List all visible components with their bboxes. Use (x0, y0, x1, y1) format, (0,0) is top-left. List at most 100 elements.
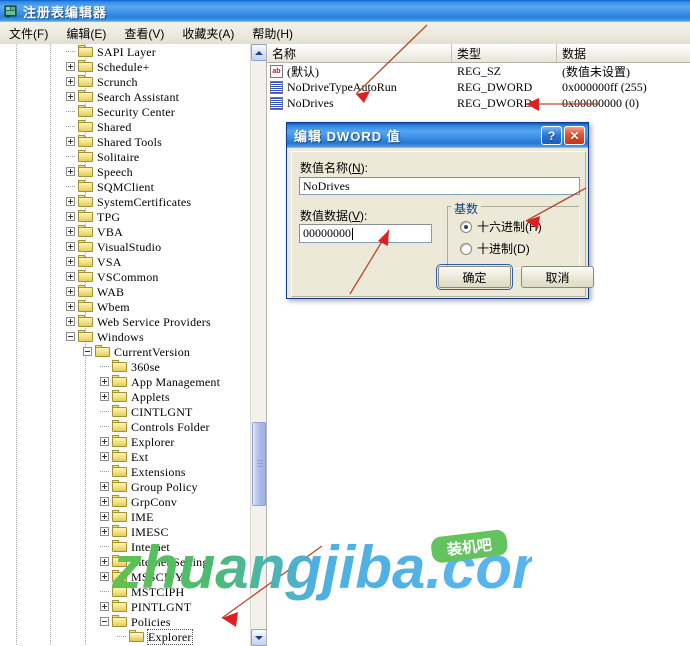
tree-node-label: MSSCIPY (131, 569, 184, 584)
tree-node-grpconv[interactable]: GrpConv (0, 494, 249, 509)
expand-node-icon[interactable] (100, 437, 109, 446)
expand-node-icon[interactable] (66, 197, 75, 206)
tree-node-vscommon[interactable]: VSCommon (0, 269, 249, 284)
expand-node-icon[interactable] (66, 62, 75, 71)
tree-node-vba[interactable]: VBA (0, 224, 249, 239)
radio-decimal[interactable]: 十进制(D) (460, 240, 530, 257)
window-title: 注册表编辑器 (23, 4, 108, 20)
tree-node-vsa[interactable]: VSA (0, 254, 249, 269)
table-row[interactable]: NoDrives REG_DWORD 0x00000000 (0) (267, 95, 690, 111)
tree-node-cintlgnt[interactable]: CINTLGNT (0, 404, 249, 419)
close-icon[interactable]: ✕ (564, 126, 585, 145)
tree-connector (66, 51, 75, 52)
menu-item-edit[interactable]: 编辑(E) (57, 24, 115, 43)
tree-node-group-policy[interactable]: Group Policy (0, 479, 249, 494)
expand-node-icon[interactable] (66, 137, 75, 146)
folder-icon (78, 45, 94, 58)
tree-vertical-scrollbar[interactable] (250, 44, 266, 646)
table-row[interactable]: NoDriveTypeAutoRun REG_DWORD 0x000000ff (2… (267, 79, 690, 95)
menu-item-favorites[interactable]: 收藏夹(A) (173, 24, 243, 43)
tree-node-msscipy[interactable]: MSSCIPY (0, 569, 249, 584)
tree-node-systemcertificates[interactable]: SystemCertificates (0, 194, 249, 209)
tree-node-solitaire[interactable]: Solitaire (0, 149, 249, 164)
tree-node-visualstudio[interactable]: VisualStudio (0, 239, 249, 254)
tree-node-pintlgnt[interactable]: PINTLGNT (0, 599, 249, 614)
expand-node-icon[interactable] (66, 167, 75, 176)
tree-node-scrunch[interactable]: Scrunch (0, 74, 249, 89)
expand-node-icon[interactable] (66, 317, 75, 326)
tree-node-tpg[interactable]: TPG (0, 209, 249, 224)
expand-node-icon[interactable] (66, 212, 75, 221)
ok-button[interactable]: 确定 (436, 264, 513, 290)
tree-node-web-service-providers[interactable]: Web Service Providers (0, 314, 249, 329)
tree-node-shared-tools[interactable]: Shared Tools (0, 134, 249, 149)
tree-node-speech[interactable]: Speech (0, 164, 249, 179)
menu-item-help[interactable]: 帮助(H) (243, 24, 302, 43)
tree-node-label: WAB (97, 284, 125, 299)
menu-item-view[interactable]: 查看(V) (115, 24, 173, 43)
tree-node-policies[interactable]: Policies (0, 614, 249, 629)
tree-node-app-management[interactable]: App Management (0, 374, 249, 389)
tree-node-360se[interactable]: 360se (0, 359, 249, 374)
tree-node-applets[interactable]: Applets (0, 389, 249, 404)
tree-node-internet-settings[interactable]: Internet Settings (0, 554, 249, 569)
help-button[interactable]: ? (541, 126, 562, 145)
expand-node-icon[interactable] (100, 572, 109, 581)
tree-node-imesc[interactable]: IMESC (0, 524, 249, 539)
tree-node-label: TPG (97, 209, 121, 224)
expand-node-icon[interactable] (66, 227, 75, 236)
tree-node-extensions[interactable]: Extensions (0, 464, 249, 479)
value-data-label-text: 数值数据 (300, 209, 349, 223)
scrollbar-thumb[interactable] (252, 422, 266, 506)
expand-node-icon[interactable] (66, 77, 75, 86)
expand-node-icon[interactable] (66, 272, 75, 281)
tree-node-label: Shared Tools (97, 134, 163, 149)
table-row[interactable]: ab (默认) REG_SZ (数值未设置) (267, 63, 690, 79)
tree-node-wbem[interactable]: Wbem (0, 299, 249, 314)
cancel-button[interactable]: 取消 (521, 266, 594, 288)
tree-node-windows[interactable]: Windows (0, 329, 249, 344)
collapse-node-icon[interactable] (100, 617, 109, 626)
expand-node-icon[interactable] (100, 497, 109, 506)
expand-node-icon[interactable] (100, 512, 109, 521)
column-header-name[interactable]: 名称 (267, 44, 452, 62)
tree-node-mstciph[interactable]: MSTCIPH (0, 584, 249, 599)
expand-node-icon[interactable] (100, 482, 109, 491)
column-header-data[interactable]: 数据 (557, 44, 690, 62)
tree-node-explorer[interactable]: Explorer (0, 434, 249, 449)
registry-tree-pane[interactable]: SAPI Layer Schedule+ Scrunch Search Assista… (0, 44, 267, 646)
expand-node-icon[interactable] (66, 287, 75, 296)
tree-node-schedule-[interactable]: Schedule+ (0, 59, 249, 74)
value-data-field[interactable]: 00000000 (299, 224, 432, 243)
tree-node-search-assistant[interactable]: Search Assistant (0, 89, 249, 104)
expand-node-icon[interactable] (66, 92, 75, 101)
expand-node-icon[interactable] (100, 557, 109, 566)
expand-node-icon[interactable] (100, 377, 109, 386)
collapse-node-icon[interactable] (83, 347, 92, 356)
scroll-up-button[interactable] (251, 44, 266, 61)
tree-node-controls-folder[interactable]: Controls Folder (0, 419, 249, 434)
expand-node-icon[interactable] (100, 527, 109, 536)
column-header-type[interactable]: 类型 (452, 44, 557, 62)
tree-node-explorer[interactable]: Explorer (0, 628, 249, 645)
menu-item-file[interactable]: 文件(F) (0, 24, 57, 43)
scroll-down-button[interactable] (251, 629, 266, 646)
tree-node-ext[interactable]: Ext (0, 449, 249, 464)
expand-node-icon[interactable] (100, 602, 109, 611)
tree-node-sqmclient[interactable]: SQMClient (0, 179, 249, 194)
expand-node-icon[interactable] (66, 242, 75, 251)
tree-node-shared[interactable]: Shared (0, 119, 249, 134)
collapse-node-icon[interactable] (66, 332, 75, 341)
expand-node-icon[interactable] (100, 452, 109, 461)
radio-hexadecimal[interactable]: 十六进制(H) (460, 218, 542, 235)
expand-node-icon[interactable] (66, 302, 75, 311)
expand-node-icon[interactable] (100, 392, 109, 401)
tree-node-sapi-layer[interactable]: SAPI Layer (0, 44, 249, 59)
expand-node-icon[interactable] (66, 257, 75, 266)
tree-node-ime[interactable]: IME (0, 509, 249, 524)
tree-node-currentversion[interactable]: CurrentVersion (0, 344, 249, 359)
tree-node-security-center[interactable]: Security Center (0, 104, 249, 119)
tree-node-wab[interactable]: WAB (0, 284, 249, 299)
value-name-field[interactable]: NoDrives (299, 177, 580, 195)
tree-node-internet[interactable]: Internet (0, 539, 249, 554)
